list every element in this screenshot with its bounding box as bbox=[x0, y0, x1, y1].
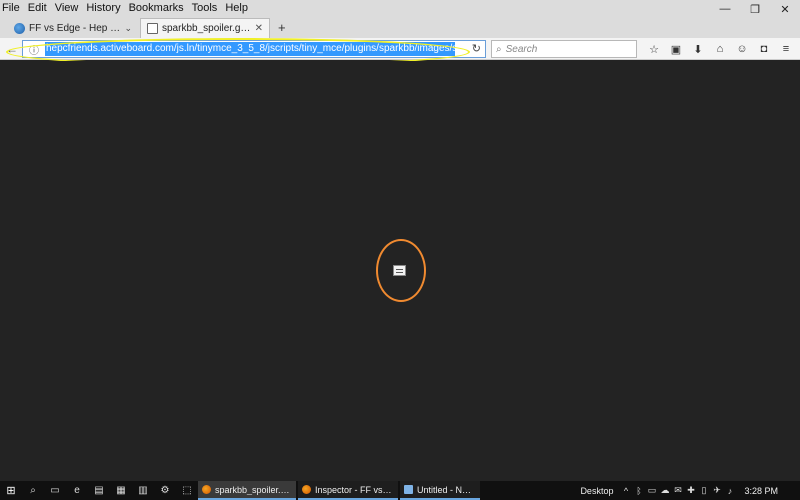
task-view-icon[interactable]: ▭ bbox=[44, 481, 66, 500]
tab-sparkbb-spoiler[interactable]: sparkbb_spoiler.gif (GIF Ima… ✕ bbox=[140, 18, 270, 38]
toolbar-icons: ☆ ▣ ⬇ ⌂ ☺ ◘ ≡ bbox=[643, 40, 797, 58]
clock[interactable]: 3:28 PM bbox=[744, 486, 778, 496]
taskbar-item-firefox-image[interactable]: sparkbb_spoiler.gif (G… bbox=[198, 481, 296, 500]
network-icon[interactable]: ▯ bbox=[697, 485, 710, 496]
app-icon[interactable]: ⬚ bbox=[176, 481, 198, 500]
security-icon[interactable]: ✚ bbox=[684, 485, 697, 496]
site-favicon-icon bbox=[14, 22, 25, 34]
url-text[interactable]: hepcfriends.activeboard.com/js.ln/tinymc… bbox=[45, 42, 455, 56]
back-arrow-icon[interactable]: ← bbox=[4, 41, 20, 57]
menu-view[interactable]: View bbox=[51, 0, 83, 16]
chevron-down-icon[interactable]: ⌄ bbox=[124, 23, 132, 34]
task-label: Untitled - Notepad bbox=[417, 484, 476, 495]
search-input[interactable]: ⌕ Search bbox=[491, 40, 637, 58]
home-icon[interactable]: ⌂ bbox=[709, 40, 731, 58]
windows-start-icon[interactable]: ⊞ bbox=[0, 481, 22, 500]
hello-icon[interactable]: ☺ bbox=[731, 40, 753, 58]
volume-icon[interactable]: ♪ bbox=[723, 486, 736, 496]
menu-icon[interactable]: ≡ bbox=[775, 40, 797, 58]
menu-bar: File Edit View History Bookmarks Tools H… bbox=[0, 0, 800, 16]
battery-icon[interactable]: ▭ bbox=[645, 485, 658, 496]
bluetooth-icon[interactable]: ᛒ bbox=[632, 486, 645, 496]
task-label: Inspector - FF vs Edge… bbox=[315, 484, 394, 495]
tab-ff-vs-edge[interactable]: FF vs Edge - Hep C Discus… ⌄ bbox=[8, 18, 138, 38]
navigation-bar: ← ⓘ hepcfriends.activeboard.com/js.ln/ti… bbox=[0, 38, 800, 60]
menu-edit[interactable]: Edit bbox=[24, 0, 51, 16]
airplane-icon[interactable]: ✈ bbox=[710, 485, 723, 496]
pocket-icon[interactable]: ◘ bbox=[753, 40, 775, 58]
show-hidden-icon[interactable]: ^ bbox=[619, 486, 632, 496]
search-icon: ⌕ bbox=[496, 43, 502, 55]
new-tab-button[interactable]: + bbox=[278, 20, 286, 35]
search-placeholder: Search bbox=[505, 43, 538, 55]
settings-icon[interactable]: ⚙ bbox=[154, 481, 176, 500]
url-bar[interactable]: ⓘ hepcfriends.activeboard.com/js.ln/tiny… bbox=[22, 40, 486, 58]
menu-bookmarks[interactable]: Bookmarks bbox=[125, 0, 188, 16]
tab-strip: FF vs Edge - Hep C Discus… ⌄ sparkbb_spo… bbox=[0, 16, 800, 38]
taskbar-item-inspector[interactable]: Inspector - FF vs Edge… bbox=[298, 481, 398, 500]
broken-image-icon bbox=[393, 265, 406, 276]
calculator-icon[interactable]: ▥ bbox=[132, 481, 154, 500]
edge-icon[interactable]: e bbox=[66, 481, 88, 500]
onedrive-icon[interactable]: ☁ bbox=[658, 485, 671, 496]
calendar-icon[interactable]: ▦ bbox=[110, 481, 132, 500]
menu-history[interactable]: History bbox=[82, 0, 124, 16]
mail-icon[interactable]: ✉ bbox=[671, 485, 684, 496]
tab-close-icon[interactable]: ✕ bbox=[255, 23, 263, 34]
system-tray: Desktop ^ ᛒ ▭ ☁ ✉ ✚ ▯ ✈ ♪ 3:28 PM bbox=[580, 481, 800, 500]
taskbar: ⊞ ⌕ ▭ e ▤ ▦ ▥ ⚙ ⬚ sparkbb_spoiler.gif (G… bbox=[0, 481, 800, 500]
bookmark-star-icon[interactable]: ☆ bbox=[643, 40, 665, 58]
reload-icon[interactable]: ↻ bbox=[472, 42, 481, 55]
task-label: sparkbb_spoiler.gif (G… bbox=[215, 484, 292, 495]
taskbar-item-notepad[interactable]: Untitled - Notepad bbox=[400, 481, 480, 500]
menu-file[interactable]: File bbox=[0, 0, 24, 16]
image-favicon-icon bbox=[147, 23, 158, 34]
file-explorer-icon[interactable]: ▤ bbox=[88, 481, 110, 500]
menu-tools[interactable]: Tools bbox=[188, 0, 222, 16]
firefox-icon bbox=[302, 485, 311, 494]
reading-list-icon[interactable]: ▣ bbox=[665, 40, 687, 58]
search-icon[interactable]: ⌕ bbox=[22, 481, 44, 500]
notepad-icon bbox=[404, 485, 413, 494]
desktop-toolbar-label[interactable]: Desktop bbox=[580, 486, 613, 496]
menu-help[interactable]: Help bbox=[221, 0, 252, 16]
info-icon[interactable]: ⓘ bbox=[27, 42, 41, 57]
download-icon[interactable]: ⬇ bbox=[687, 40, 709, 58]
tab-label: sparkbb_spoiler.gif (GIF Ima… bbox=[162, 23, 251, 34]
tab-label: FF vs Edge - Hep C Discus… bbox=[29, 22, 122, 34]
firefox-icon bbox=[202, 485, 211, 494]
